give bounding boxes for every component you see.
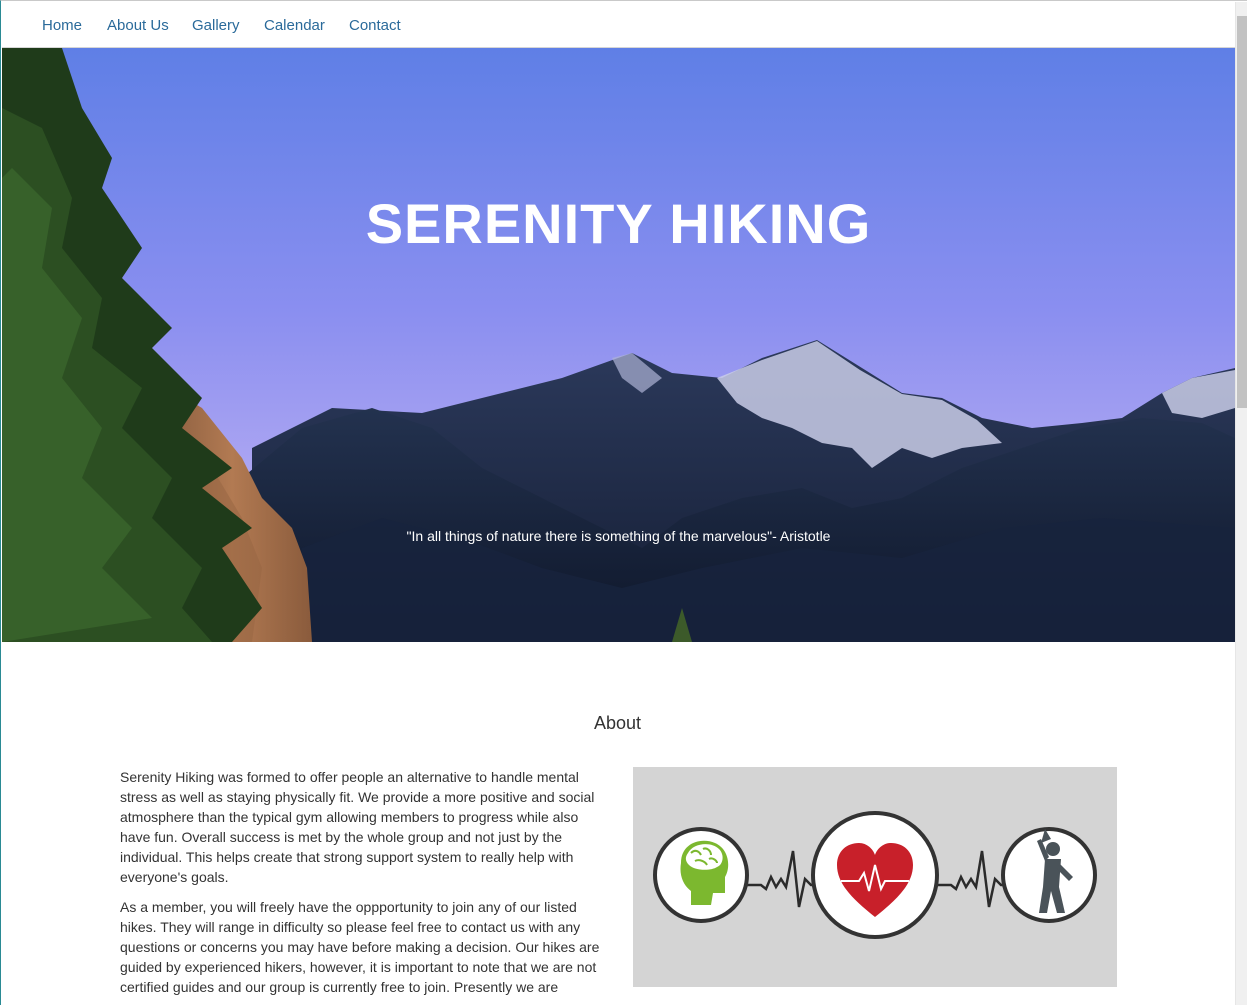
nav-gallery[interactable]: Gallery <box>192 17 240 34</box>
about-paragraph: As a member, you will freely have the op… <box>120 899 600 995</box>
about-text: Serenity Hiking was formed to offer peop… <box>120 767 610 1005</box>
mountain-landscape-image <box>2 48 1235 642</box>
nav-contact[interactable]: Contact <box>349 17 401 34</box>
nav-home[interactable]: Home <box>42 17 82 34</box>
stretching-person-icon <box>1001 827 1097 923</box>
hero-title: SERENITY HIKING <box>365 192 872 255</box>
nav-calendar[interactable]: Calendar <box>264 17 325 34</box>
navbar: Home About Us Gallery Calendar Contact <box>2 2 1235 48</box>
nav-about-us[interactable]: About Us <box>107 17 169 34</box>
about-paragraph: Serenity Hiking was formed to offer peop… <box>120 769 595 885</box>
health-wellness-image <box>633 767 1117 987</box>
browser-viewport: Home About Us Gallery Calendar Contact S… <box>0 0 1247 1005</box>
heart-icon <box>811 811 939 939</box>
scrollbar-thumb[interactable] <box>1237 16 1247 408</box>
vertical-scrollbar[interactable] <box>1235 2 1247 1005</box>
hero-quote: "In all things of nature there is someth… <box>406 528 831 544</box>
about-heading: About <box>593 713 642 733</box>
hero-banner: SERENITY HIKING "In all things of nature… <box>2 48 1235 642</box>
brain-head-icon <box>653 827 749 923</box>
